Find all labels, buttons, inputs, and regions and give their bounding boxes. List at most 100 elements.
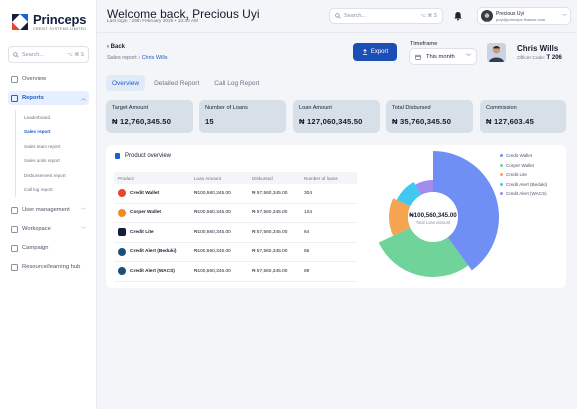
table-row[interactable]: Credit Lite ₦100,560,345.00 ₦ 57,560,345… [114, 223, 357, 243]
legend-item: Credit Lite [500, 170, 547, 180]
legend-swatch [500, 154, 503, 158]
column-header-product: Product [118, 175, 134, 181]
disbursed-amount: ₦ 57,560,345.00 [252, 229, 288, 235]
sidebar-item-label: Resource/learning hub [22, 264, 81, 270]
brand-logo[interactable]: Princeps CREDIT SYSTEMS LIMITED [10, 12, 87, 32]
subitem-sales-report[interactable]: Sales report [24, 125, 89, 140]
sidebar-search-shortcut: ⌥ ⌘ S [67, 51, 84, 58]
header-divider [97, 32, 577, 33]
sidebar-item-workspace[interactable]: Workspace ﹀ [8, 222, 89, 236]
table-row[interactable]: Credit Alert (WACS) ₦100,560,345.00 ₦ 57… [114, 262, 357, 282]
loan-count: 56 [304, 249, 310, 255]
sidebar-item-resource-hub[interactable]: Resource/learning hub [8, 260, 89, 274]
disbursed-amount: ₦ 57,560,345.00 [252, 190, 288, 196]
tab-detailed-report[interactable]: Detailed Report [148, 75, 205, 91]
loan-distribution-chart: ₦100,560,345.00 Total Loan amount [378, 151, 499, 277]
last-login-text: Last login : 29th February 2025 • 10:30 … [107, 19, 198, 24]
stat-card-total-disbursed: Total Disbursed ₦ 35,760,345.50 [386, 100, 473, 133]
product-name: Credit Lite [130, 229, 154, 235]
credit-alert-beduki-logo-icon [118, 247, 126, 256]
timeframe-value: This month [426, 53, 455, 60]
column-header-number-of-loans: Number of loans [304, 175, 338, 181]
overview-icon [11, 75, 18, 83]
sidebar-item-label: Reports [22, 95, 44, 101]
export-button[interactable]: Export [353, 43, 397, 61]
legend-swatch [500, 163, 503, 167]
chart-center-label: Total Loan amount [416, 220, 451, 225]
brand-tagline: CREDIT SYSTEMS LIMITED [33, 27, 87, 31]
header-search-shortcut: ⌥ ⌘ S [420, 13, 437, 19]
tab-call-log-report[interactable]: Call Log Report [208, 75, 265, 91]
sidebar-item-overview[interactable]: Overview [8, 72, 89, 86]
subitem-sales-units-report[interactable]: Sales units report [24, 154, 89, 169]
back-button[interactable]: ‹ Back [107, 44, 125, 50]
timeframe-label: Timeframe [410, 41, 438, 47]
legend-item: Credit Alert (Beduki) [500, 180, 547, 190]
user-profile-menu[interactable]: Precious Uyi puyi@princeps finance.com ﹀ [477, 7, 571, 25]
loan-amount: ₦100,560,345.00 [194, 229, 231, 235]
loan-amount: ₦100,560,345.00 [194, 210, 231, 216]
credit-alert-wacs-logo-icon [118, 267, 126, 276]
upload-icon [362, 49, 367, 55]
credit-lite-logo-icon [118, 228, 126, 237]
stat-card-number-of-loans: Number of Loans 15 [199, 100, 286, 133]
stat-label: Commission [486, 105, 517, 111]
sidebar-item-label: Campaign [22, 245, 49, 251]
stat-card-loan-amount: Loan Amount ₦ 127,060,345.50 [293, 100, 380, 133]
reports-icon [11, 94, 18, 102]
stat-value: ₦ 12,760,345.50 [112, 117, 172, 126]
notification-bell-icon[interactable] [453, 11, 463, 21]
sidebar-search-input[interactable]: Search... ⌥ ⌘ S [8, 46, 89, 63]
sidebar-item-user-management[interactable]: User management ﹀ [8, 203, 89, 217]
timeframe-select[interactable]: This month ﹀ [409, 48, 477, 65]
column-header-disbursed: Disbursed [252, 175, 273, 181]
princeps-logo-icon [12, 14, 28, 30]
stat-label: Loan Amount [299, 105, 332, 111]
table-row[interactable]: Corper Wallet ₦100,560,345.00 ₦ 57,560,3… [114, 204, 357, 223]
sidebar-item-label: Workspace [22, 226, 51, 232]
sidebar-item-label: User management [22, 207, 70, 213]
sidebar-item-campaign[interactable]: Campaign [8, 241, 89, 255]
tab-overview[interactable]: Overview [106, 75, 146, 91]
chevron-down-icon: ﹀ [80, 207, 86, 214]
table-row[interactable]: Credit Alert (Beduki) ₦100,560,345.00 ₦ … [114, 243, 357, 262]
breadcrumb-parent[interactable]: Sales report [107, 55, 137, 61]
avatar [481, 10, 493, 22]
subitem-leaderboard[interactable]: Leaderboard [24, 110, 89, 125]
calendar-icon [415, 54, 421, 60]
officer-code-value: T 206 [546, 55, 562, 61]
campaign-icon [11, 244, 18, 252]
search-icon [13, 51, 19, 58]
subitem-call-log-report[interactable]: Call log report [24, 183, 89, 198]
legend-item: Credit Wallet [500, 151, 547, 161]
subitem-disbursement-report[interactable]: Disbursement report [24, 168, 89, 183]
back-label: Back [110, 44, 126, 50]
breadcrumb-current: Chris Wills [141, 55, 168, 61]
subitem-sales-team-report[interactable]: Sales team report [24, 139, 89, 154]
table-header: Product Loan Amount Disbursed Number of … [114, 172, 357, 184]
header-search-input[interactable]: Search... ⌥ ⌘ S [329, 8, 443, 24]
header-search-placeholder: Search... [344, 13, 367, 19]
officer-code: Officer Code: T 206 [517, 55, 562, 61]
product-name: Credit Wallet [130, 190, 160, 196]
legend-swatch [500, 182, 503, 186]
user-email: puyi@princeps finance.com [496, 16, 546, 22]
legend-label: Credit Alert (Beduki) [506, 181, 548, 187]
legend-swatch [500, 192, 503, 196]
sidebar-item-reports[interactable]: Reports ︿ [8, 91, 89, 105]
product-name: Corper Wallet [130, 210, 162, 216]
loan-amount: ₦100,560,345.00 [194, 249, 231, 255]
officer-name: Chris Wills [517, 44, 559, 53]
flag-icon [11, 263, 18, 271]
stat-label: Target Amount [112, 105, 149, 111]
legend-item: Credit Alert (WACS) [500, 189, 547, 199]
legend-label: Credit Alert (WACS) [506, 191, 547, 197]
export-label: Export [370, 49, 389, 55]
legend-swatch [500, 173, 503, 177]
loan-count: 89 [304, 268, 310, 274]
table-row[interactable]: Credit Wallet ₦100,560,345.00 ₦ 57,560,3… [114, 184, 357, 204]
chevron-down-icon: ﹀ [80, 226, 86, 233]
column-header-loan-amount: Loan Amount [194, 175, 222, 181]
sidebar-search-placeholder: Search... [22, 51, 45, 58]
disbursed-amount: ₦ 57,560,345.00 [252, 249, 288, 255]
